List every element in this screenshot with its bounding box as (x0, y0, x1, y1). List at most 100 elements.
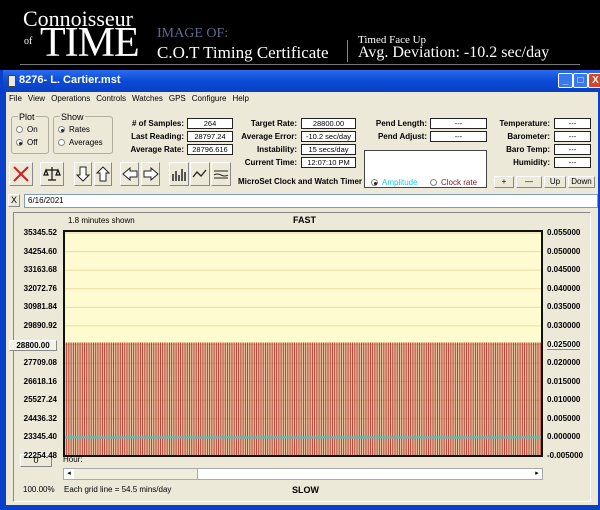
rate-bar (252, 342, 254, 456)
down-button[interactable]: Down (568, 176, 595, 188)
title-bar[interactable]: 8276- L. Cartier.mst _ □ X (3, 70, 600, 92)
rate-bar (221, 342, 223, 456)
up-button[interactable]: Up (544, 176, 566, 188)
right-axis-tick: 0.020000 (547, 358, 581, 368)
rate-bar (156, 342, 158, 456)
rate-bar (513, 342, 515, 456)
rate-bar (518, 342, 520, 456)
right-axis-tick: 0.045000 (547, 265, 581, 275)
menu-gps[interactable]: GPS (166, 94, 189, 108)
rate-bar (359, 342, 361, 456)
grid-note: Each grid line = 54.5 mins/day (64, 485, 172, 494)
rate-bar (69, 342, 71, 456)
average-error-label: Average Error: (241, 132, 297, 141)
rate-bar (388, 342, 390, 456)
plot-on-radio[interactable]: On (16, 125, 38, 134)
menu-operations[interactable]: Operations (48, 94, 93, 108)
rate-bar (447, 342, 449, 456)
plot-off-radio[interactable]: Off (16, 138, 38, 147)
rate-bar (514, 342, 516, 456)
baro-temp-label: Baro Temp: (506, 145, 550, 154)
minus-button[interactable]: — (516, 176, 542, 188)
up-arrow-button[interactable] (94, 162, 112, 186)
menu-controls[interactable]: Controls (93, 94, 129, 108)
rate-bar (85, 342, 87, 456)
rate-bar (250, 342, 252, 456)
rate-bar (377, 342, 379, 456)
rate-bar (507, 342, 509, 456)
show-averages-radio[interactable]: Averages (58, 138, 103, 147)
scroll-left-icon[interactable]: ◂ (64, 469, 74, 479)
banner-rule (20, 64, 580, 65)
rate-bar (279, 342, 281, 456)
rate-bar (127, 342, 129, 456)
rate-bar (319, 342, 321, 456)
rate-bar (522, 342, 524, 456)
rate-bar (176, 342, 178, 456)
rate-bar (243, 342, 245, 456)
line-chart-button[interactable] (190, 162, 210, 186)
rate-bar (400, 342, 402, 456)
window-title: 8276- L. Cartier.mst (19, 74, 121, 86)
menu-view[interactable]: View (25, 94, 48, 108)
date-bar: X 6/16/2021 (6, 192, 598, 209)
rate-bar (321, 342, 323, 456)
rate-bar (277, 342, 279, 456)
rate-bar (248, 342, 250, 456)
menu-watches[interactable]: Watches (129, 94, 166, 108)
barometer-value: --- (554, 131, 591, 142)
right-arrow-button[interactable] (141, 162, 160, 186)
balance-button[interactable] (40, 162, 64, 186)
rate-bar (527, 342, 529, 456)
show-rates-radio[interactable]: Rates (58, 125, 90, 134)
rate-bar (255, 342, 258, 456)
rate-bar (82, 342, 84, 456)
bar-chart-button[interactable] (169, 162, 189, 186)
rate-bar (87, 342, 89, 456)
rate-bar (505, 342, 507, 456)
rate-bar (187, 342, 189, 456)
average-deviation: Avg. Deviation: -10.2 sec/day (358, 44, 550, 61)
minimize-button[interactable]: _ (558, 73, 573, 88)
close-button[interactable]: X (588, 73, 600, 88)
rate-bar (462, 342, 464, 456)
rate-bar (424, 342, 426, 456)
clock-rate-radio[interactable]: Clock rate (430, 178, 477, 187)
delete-button[interactable] (9, 162, 33, 186)
clear-date-button[interactable]: X (8, 194, 20, 207)
date-field[interactable]: 6/16/2021 (24, 194, 598, 208)
rate-bar (369, 342, 372, 456)
rate-bar (232, 342, 234, 456)
rate-bar (496, 342, 498, 456)
clock-rate-label: Clock rate (441, 178, 478, 187)
rate-bar (73, 342, 75, 456)
rate-bar (362, 342, 364, 456)
maximize-button[interactable]: □ (573, 73, 588, 88)
rate-bar (225, 342, 227, 456)
horizontal-scrollbar[interactable]: ◂ ▸ (63, 468, 543, 480)
rate-bar (509, 342, 511, 456)
rate-bar (371, 342, 373, 456)
down-arrow-button[interactable] (74, 162, 92, 186)
right-axis-tick: 0.050000 (547, 246, 581, 256)
rate-bar (141, 342, 143, 456)
rate-bar (471, 342, 473, 456)
rate-bar (467, 342, 469, 456)
rate-bar (433, 342, 435, 456)
barometer-label: Barometer: (507, 132, 550, 141)
menu-help[interactable]: Help (229, 94, 251, 108)
left-arrow-button[interactable] (120, 162, 139, 186)
scroll-right-icon[interactable]: ▸ (532, 469, 542, 479)
rate-bar (393, 342, 395, 456)
rate-bar (310, 342, 312, 456)
rate-bar (65, 342, 67, 456)
rate-bar (197, 342, 200, 456)
rate-bar (366, 342, 368, 456)
menu-file[interactable]: File (6, 94, 25, 108)
wave-chart-button[interactable] (211, 162, 231, 186)
menu-configure[interactable]: Configure (189, 94, 230, 108)
amplitude-radio[interactable]: Amplitude (371, 178, 418, 187)
rate-bar (183, 342, 185, 456)
scroll-thumb[interactable] (74, 469, 198, 479)
plus-button[interactable]: + (494, 176, 514, 188)
